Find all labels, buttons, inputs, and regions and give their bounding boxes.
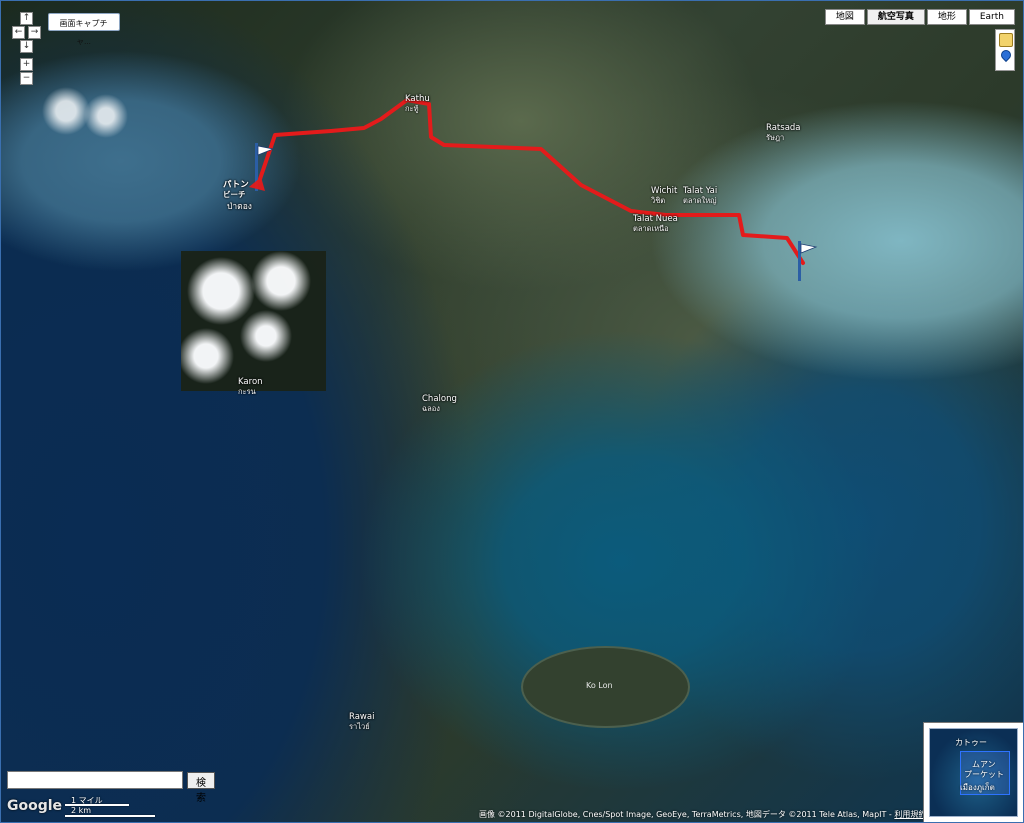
pegman-head-icon xyxy=(999,33,1013,47)
place-label-chalong: Chalong ฉลอง xyxy=(422,394,457,413)
scale-km-bar xyxy=(65,815,155,817)
search-bar: 検索 xyxy=(7,771,215,804)
cloud-cover-west xyxy=(36,81,131,146)
terms-link[interactable]: 利用規約 xyxy=(894,810,926,819)
search-input[interactable] xyxy=(7,771,183,789)
map-attribution: 画像 ©2011 DigitalGlobe, Cnes/Spot Image, … xyxy=(479,809,926,820)
search-button[interactable]: 検索 xyxy=(187,771,215,804)
place-label-ratsada: Ratsada รัษฎา xyxy=(766,123,801,142)
overview-label-kathu: カトゥー xyxy=(955,738,987,747)
overview-label-phuket: プーケット xyxy=(964,770,1004,779)
zoom-in-button[interactable]: + xyxy=(20,58,33,71)
place-label-wichit: Wichit วิชิต xyxy=(651,186,678,205)
place-label-patong-thai: ป่าตอง xyxy=(227,202,252,212)
map-type-satellite-button[interactable]: 航空写真 xyxy=(866,9,925,25)
place-label-talat-nuea: Talat Nuea ตลาดเหนือ xyxy=(633,214,678,233)
pan-down-button[interactable]: ↓ xyxy=(20,40,33,53)
map-type-terrain-button[interactable]: 地形 xyxy=(926,9,967,25)
overview-map[interactable]: カトゥー ムアン プーケット เมืองภูเก็ต xyxy=(923,722,1023,822)
overview-label-phuket-thai: เมืองภูเก็ต xyxy=(960,783,995,792)
cloud-cover-patch xyxy=(181,251,326,391)
place-label-talat-yai: Talat Yai ตลาดใหญ่ xyxy=(683,186,718,205)
place-label-kathu: Kathu กะทู้ xyxy=(405,94,430,113)
place-label-rawai: Rawai ราไวย์ xyxy=(349,712,375,731)
map-type-map-button[interactable]: 地図 xyxy=(824,9,865,25)
pegman-icon[interactable] xyxy=(995,29,1015,71)
attribution-text: 画像 ©2011 DigitalGlobe, Cnes/Spot Image, … xyxy=(479,810,895,819)
pan-right-button[interactable]: → xyxy=(28,26,41,39)
pan-left-button[interactable]: ← xyxy=(12,26,25,39)
pegman-pin-icon xyxy=(998,47,1014,63)
zoom-out-button[interactable]: − xyxy=(20,72,33,85)
pan-up-button[interactable]: ↑ xyxy=(20,12,33,25)
place-label-patong: パトン ビーチ xyxy=(223,180,249,199)
place-label-ko-lon: Ko Lon xyxy=(586,681,613,690)
map-type-earth-button[interactable]: Earth xyxy=(968,9,1015,25)
scale-km-label: 2 km xyxy=(71,806,92,815)
screen-capture-button[interactable]: 画面キャプチャ... xyxy=(48,13,120,46)
map-frame[interactable]: Ko Lon Kathu กะทู้ パトン ビーチ ป่าตอง Wichit วิ… xyxy=(0,0,1024,823)
scale-bar: 1 マイル 2 km xyxy=(65,795,155,822)
overview-map-inner: カトゥー ムアン プーケット เมืองภูเก็ต xyxy=(929,728,1018,817)
google-logo: Google xyxy=(7,798,63,814)
satellite-map[interactable] xyxy=(1,1,1023,822)
place-label-karon: Karon กะรน xyxy=(238,377,263,396)
map-type-control: 地図 航空写真 地形 Earth xyxy=(824,9,1015,25)
